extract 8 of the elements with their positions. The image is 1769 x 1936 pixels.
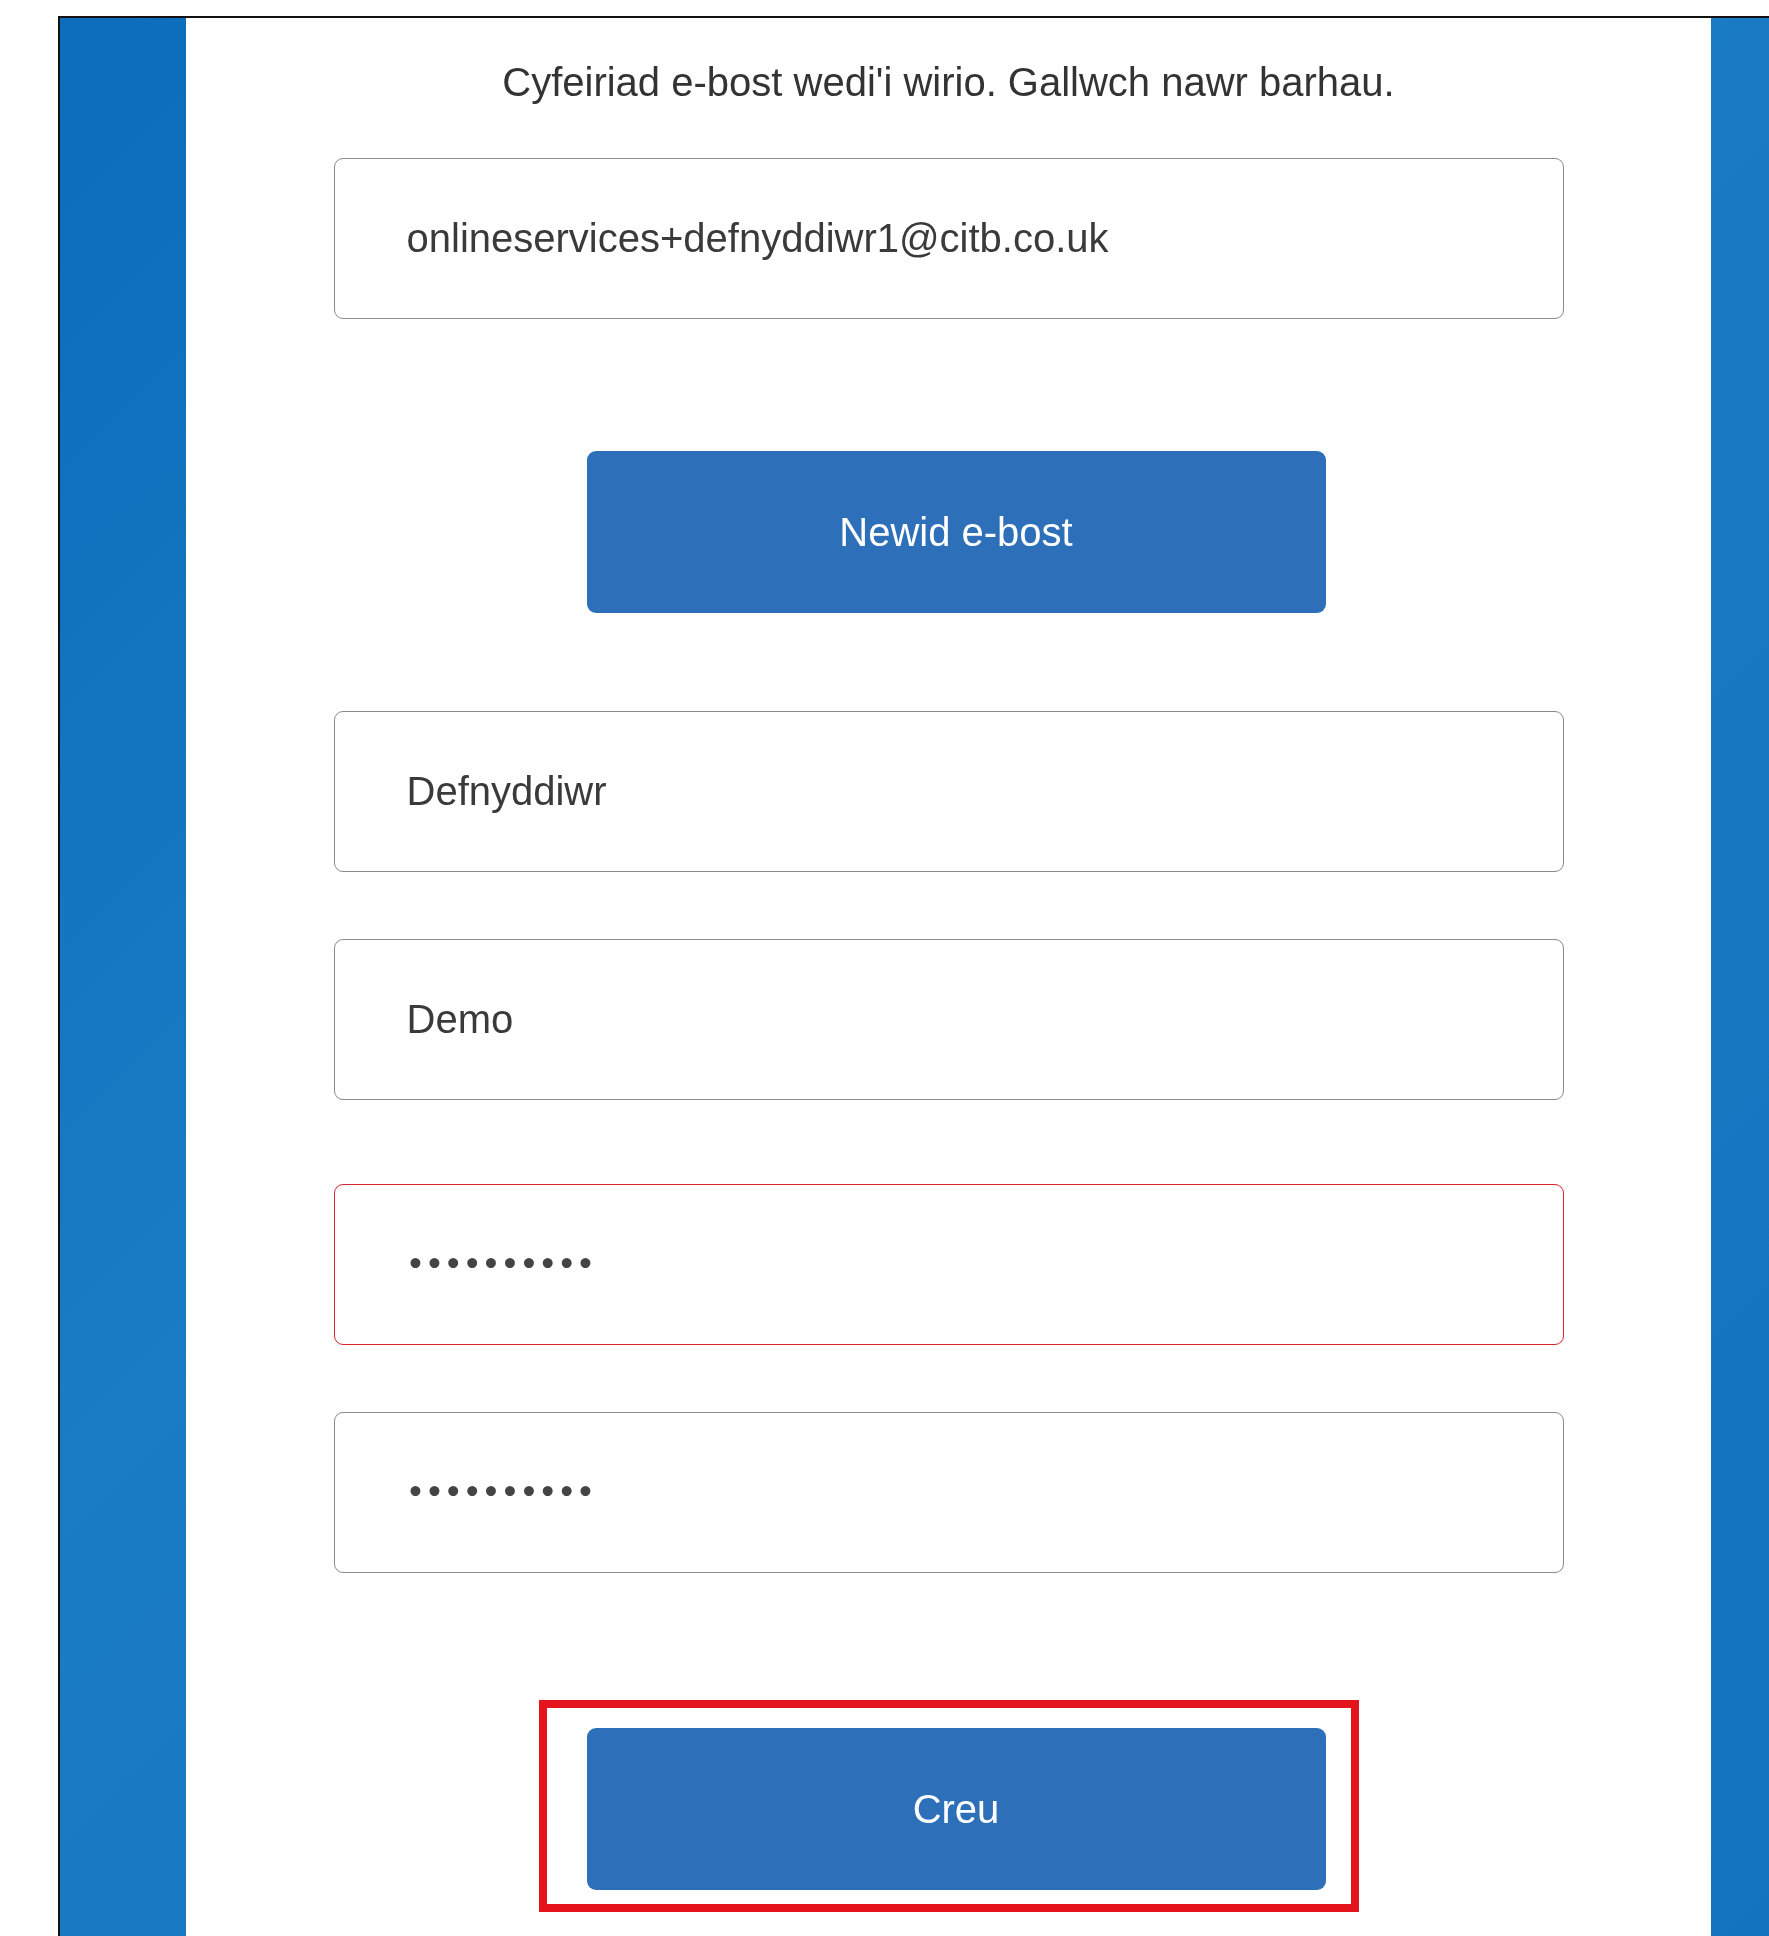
status-message: Cyfeiriad e-bost wedi'i wirio. Gallwch nawr barhau. — [502, 59, 1395, 106]
create-button[interactable]: Creu — [586, 1728, 1326, 1890]
text-field[interactable]: Defnyddiwr — [333, 711, 1564, 872]
email-field[interactable]: onlineservices+defnyddiwr1@citb.co.uk — [333, 158, 1564, 319]
password-field[interactable]: •••••••••• — [333, 1412, 1564, 1573]
password-field[interactable]: •••••••••• — [333, 1184, 1564, 1345]
change-email-button[interactable]: Newid e-bost — [586, 451, 1326, 613]
text-field[interactable]: Demo — [333, 939, 1564, 1100]
